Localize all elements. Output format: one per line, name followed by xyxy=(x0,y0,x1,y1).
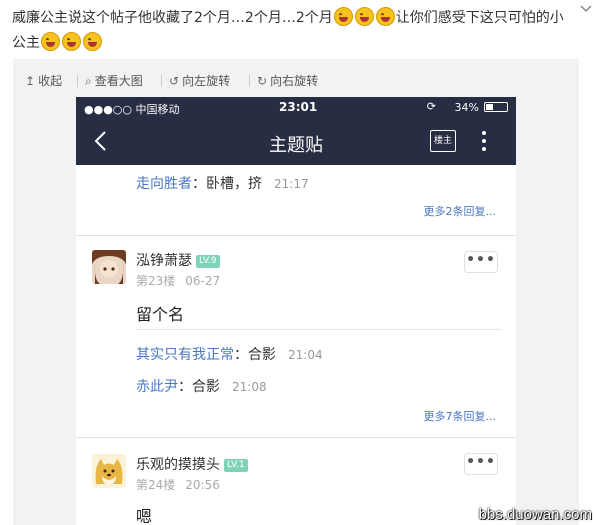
post-text: 威廉公主说这个帖子他收藏了2个月…2个月…2个月 让你们感受下这只可怕的小公主 xyxy=(12,6,567,56)
magnifier-icon: ⌕ xyxy=(85,74,92,88)
reply-text: ：合影 xyxy=(234,347,276,363)
divider xyxy=(76,437,516,438)
rotate-right-icon: ↻ xyxy=(257,74,268,88)
divider xyxy=(249,75,250,87)
post-content: 嗯 xyxy=(136,507,153,525)
post-meta: 第23楼 06-27 xyxy=(136,272,220,289)
laughing-emoji-icon xyxy=(41,32,60,51)
view-large-button[interactable]: ⌕ 查看大图 xyxy=(85,73,143,89)
laughing-emoji-icon xyxy=(333,7,353,26)
divider xyxy=(161,75,162,87)
more-replies-link[interactable]: 更多7条回复... xyxy=(424,408,497,424)
divider xyxy=(136,329,502,330)
reply-author[interactable]: 走向胜者 xyxy=(136,176,192,192)
nav-bar: 主题贴 楼主 xyxy=(76,117,516,165)
chevron-down-icon[interactable] xyxy=(579,2,593,16)
more-vertical-icon[interactable] xyxy=(481,130,487,152)
status-bar: ●●●○○ 中国移动 23:01 ⟳ 34% xyxy=(76,97,516,117)
rotate-right-label: 向右旋转 xyxy=(270,74,319,88)
divider xyxy=(76,235,516,236)
more-options-button[interactable]: ••• xyxy=(464,453,498,475)
reply-author[interactable]: 赤此尹 xyxy=(136,379,178,395)
level-badge: LV.9 xyxy=(196,255,220,268)
reply-time: 21:04 xyxy=(288,348,323,362)
more-options-button[interactable]: ••• xyxy=(464,251,498,273)
post-text-part1: 威廉公主说这个帖子他收藏了2个月…2个月…2个月 xyxy=(12,10,333,26)
rotate-left-label: 向左旋转 xyxy=(182,74,231,88)
rotation-lock-icon: ⟳ xyxy=(426,100,436,113)
laughing-emoji-icon xyxy=(375,7,395,26)
post-date: 06-27 xyxy=(185,274,221,288)
level-badge: LV.1 xyxy=(224,459,248,472)
collapse-label: 收起 xyxy=(38,74,63,88)
phone-screenshot: ●●●○○ 中国移动 23:01 ⟳ 34% 主题贴 楼主 走向胜者：卧槽，挤 2… xyxy=(76,97,516,525)
rotate-left-button[interactable]: ↺ 向左旋转 xyxy=(169,73,230,89)
reply-time: 21:08 xyxy=(232,380,267,394)
avatar[interactable] xyxy=(92,454,126,488)
rotate-right-button[interactable]: ↻ 向右旋转 xyxy=(257,73,318,89)
rotate-left-icon: ↺ xyxy=(169,74,180,88)
reply-item: 其实只有我正常：合影 21:04 xyxy=(136,344,323,364)
post-content: 留个名 xyxy=(136,305,185,324)
reply-text: ：合影 xyxy=(178,379,220,395)
username[interactable]: 乐观的摸摸头 LV.1 xyxy=(136,454,248,474)
carrier-label: ●●●○○ 中国移动 xyxy=(84,103,180,116)
reply-author[interactable]: 其实只有我正常 xyxy=(136,347,234,363)
arrow-up-icon: ↥ xyxy=(25,74,36,88)
username[interactable]: 泓铮萧瑟 LV.9 xyxy=(136,250,220,270)
laughing-emoji-icon xyxy=(83,32,102,51)
laughing-emoji-icon xyxy=(62,32,81,51)
floor-number: 第23楼 xyxy=(136,274,176,288)
laughing-emoji-icon xyxy=(354,7,374,26)
reply-time: 21:17 xyxy=(274,177,309,191)
battery-percent: 34% xyxy=(454,101,479,114)
post-meta: 第24楼 20:56 xyxy=(136,476,220,493)
more-replies-link[interactable]: 更多2条回复... xyxy=(424,203,497,219)
username-text: 乐观的摸摸头 xyxy=(136,457,220,473)
reply-item: 走向胜者：卧槽，挤 21:17 xyxy=(136,173,309,193)
floor-number: 第24楼 xyxy=(136,478,176,492)
avatar[interactable] xyxy=(92,250,126,284)
battery-icon xyxy=(484,102,508,112)
site-watermark: bbs.duowan.com xyxy=(478,506,592,523)
clock: 23:01 xyxy=(279,100,318,114)
username-text: 泓铮萧瑟 xyxy=(136,253,192,269)
collapse-button[interactable]: ↥ 收起 xyxy=(25,73,62,89)
view-large-label: 查看大图 xyxy=(94,74,143,88)
image-viewer: ↥ 收起 ⌕ 查看大图 ↺ 向左旋转 ↻ 向右旋转 ●●●○○ 中国移动 23:01 ⟳… xyxy=(13,59,579,525)
op-only-button[interactable]: 楼主 xyxy=(430,130,456,152)
post-date: 20:56 xyxy=(185,478,220,492)
divider xyxy=(77,75,78,87)
reply-item: 赤此尹：合影 21:08 xyxy=(136,376,267,396)
reply-text: ：卧槽，挤 xyxy=(192,176,262,192)
